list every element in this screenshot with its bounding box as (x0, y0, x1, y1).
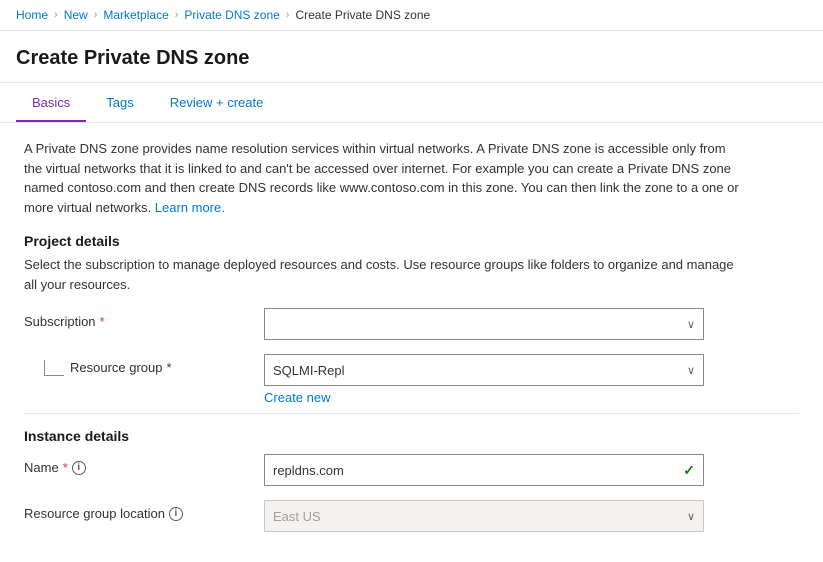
resource-group-location-label-col: Resource group location i (24, 500, 264, 521)
subscription-required: * (100, 314, 105, 329)
resource-group-location-value: East US (273, 509, 321, 524)
resource-group-location-dropdown: East US ∨ (264, 500, 704, 532)
resource-group-location-label: Resource group location i (24, 506, 264, 521)
project-details-header: Project details (24, 233, 799, 249)
name-required: * (63, 460, 68, 475)
subscription-dropdown[interactable]: ∨ (264, 308, 704, 340)
breadcrumb-home[interactable]: Home (16, 8, 48, 22)
tab-basics[interactable]: Basics (16, 83, 86, 122)
subscription-label-col: Subscription * (24, 308, 264, 329)
breadcrumb-new[interactable]: New (64, 8, 88, 22)
resource-group-chevron-icon: ∨ (687, 364, 695, 377)
breadcrumb-marketplace[interactable]: Marketplace (103, 8, 168, 22)
project-details-desc: Select the subscription to manage deploy… (24, 255, 744, 294)
breadcrumb-sep-4: › (286, 9, 290, 21)
breadcrumb-sep-3: › (175, 9, 179, 21)
breadcrumb-sep-2: › (94, 9, 98, 21)
instance-details-header: Instance details (24, 428, 799, 444)
resource-group-indent: Resource group * (24, 354, 264, 376)
name-row: Name * i repldns.com ✓ (24, 454, 799, 486)
rg-location-info-icon[interactable]: i (169, 507, 183, 521)
subscription-chevron-icon: ∨ (687, 318, 695, 331)
instance-details-section: Instance details Name * i repldns.com ✓ (24, 428, 799, 532)
learn-more-link[interactable]: Learn more. (155, 200, 225, 215)
name-label-col: Name * i (24, 454, 264, 475)
project-details-section: Project details Select the subscription … (24, 233, 799, 405)
tab-review-create[interactable]: Review + create (154, 83, 280, 122)
breadcrumb-sep-1: › (54, 9, 58, 21)
breadcrumb-private-dns-zone[interactable]: Private DNS zone (184, 8, 279, 22)
tab-tags[interactable]: Tags (90, 83, 149, 122)
page-title: Create Private DNS zone (0, 31, 823, 83)
section-divider (24, 413, 799, 414)
resource-group-control-col: SQLMI-Repl ∨ Create new (264, 354, 704, 405)
subscription-row: Subscription * ∨ (24, 308, 799, 340)
name-check-icon: ✓ (683, 462, 695, 479)
resource-group-label: Resource group * (70, 360, 172, 375)
name-info-icon[interactable]: i (72, 461, 86, 475)
description-text: A Private DNS zone provides name resolut… (24, 139, 744, 217)
name-label: Name * i (24, 460, 264, 475)
rg-location-chevron-icon: ∨ (687, 510, 695, 523)
name-value: repldns.com (273, 463, 683, 478)
create-new-link[interactable]: Create new (264, 390, 330, 405)
resource-group-location-control-col: East US ∨ (264, 500, 704, 532)
resource-group-dropdown[interactable]: SQLMI-Repl ∨ (264, 354, 704, 386)
breadcrumb: Home › New › Marketplace › Private DNS z… (0, 0, 823, 31)
resource-group-location-row: Resource group location i East US ∨ (24, 500, 799, 532)
resource-group-indent-line (44, 360, 64, 376)
tab-bar: Basics Tags Review + create (0, 83, 823, 123)
resource-group-row: Resource group * SQLMI-Repl ∨ Create new (24, 354, 799, 405)
subscription-control-col: ∨ (264, 308, 704, 340)
breadcrumb-current: Create Private DNS zone (295, 8, 430, 22)
resource-group-required: * (167, 360, 172, 375)
name-control-col: repldns.com ✓ (264, 454, 704, 486)
subscription-label: Subscription * (24, 314, 264, 329)
name-input[interactable]: repldns.com ✓ (264, 454, 704, 486)
main-content: A Private DNS zone provides name resolut… (0, 123, 823, 562)
resource-group-value: SQLMI-Repl (273, 363, 345, 378)
